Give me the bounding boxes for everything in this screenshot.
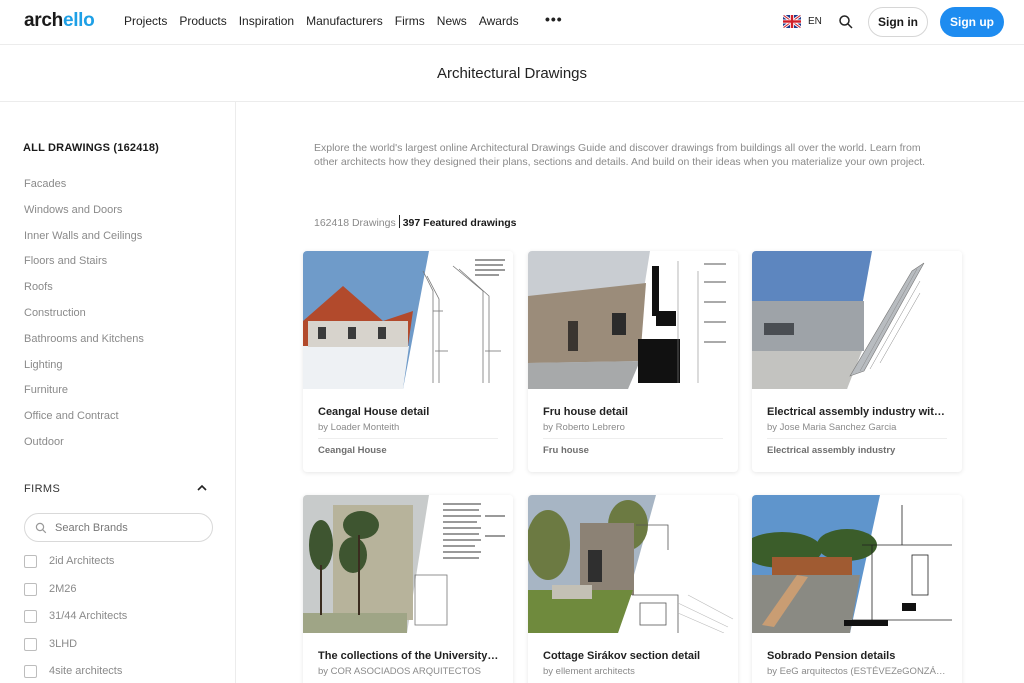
- uk-flag-icon[interactable]: [783, 15, 801, 28]
- firm-checkbox[interactable]: [24, 610, 37, 623]
- card-author[interactable]: by EeG arquitectos (ESTÉVEZeGONZÁLEZ): [767, 666, 950, 677]
- firm-checkbox[interactable]: [24, 665, 37, 678]
- firm-checkbox[interactable]: [24, 555, 37, 568]
- nav-inspiration[interactable]: Inspiration: [239, 14, 294, 28]
- card-author[interactable]: by Roberto Lebrero: [543, 422, 726, 433]
- drawing-card[interactable]: The collections of the University Librar…: [303, 495, 513, 683]
- brand-search-input[interactable]: [55, 519, 205, 537]
- firm-item[interactable]: 4site architects: [24, 664, 127, 683]
- firms-heading[interactable]: FIRMS: [24, 483, 60, 495]
- nav-awards[interactable]: Awards: [479, 14, 519, 28]
- card-title[interactable]: Sobrado Pension details: [767, 650, 950, 662]
- filter-sidebar: ALL DRAWINGS (162418) Facades Windows an…: [0, 102, 236, 683]
- category-facades[interactable]: Facades: [24, 177, 144, 203]
- nav-news[interactable]: News: [437, 14, 467, 28]
- drawing-card[interactable]: Ceangal House detail by Loader Monteith …: [303, 251, 513, 472]
- firm-item[interactable]: 3LHD: [24, 637, 127, 665]
- intro-text: Explore the world's largest online Archi…: [314, 142, 926, 168]
- category-roofs[interactable]: Roofs: [24, 280, 144, 306]
- firm-list: 2id Architects 2M26 31/44 Architects 3LH…: [24, 554, 127, 683]
- category-inner-walls[interactable]: Inner Walls and Ceilings: [24, 229, 144, 255]
- sign-in-button[interactable]: Sign in: [868, 7, 928, 37]
- sign-up-button[interactable]: Sign up: [940, 7, 1004, 37]
- featured-count[interactable]: 397 Featured drawings: [403, 217, 517, 229]
- category-windows-doors[interactable]: Windows and Doors: [24, 203, 144, 229]
- category-construction[interactable]: Construction: [24, 306, 144, 332]
- nav-firms[interactable]: Firms: [395, 14, 425, 28]
- card-thumbnail[interactable]: [528, 251, 738, 389]
- card-thumbnail[interactable]: [528, 495, 738, 633]
- category-floors-stairs[interactable]: Floors and Stairs: [24, 254, 144, 280]
- firm-item[interactable]: 2id Architects: [24, 554, 127, 582]
- card-title[interactable]: Electrical assembly industry with steel …: [767, 406, 950, 418]
- card-title[interactable]: Ceangal House detail: [318, 406, 501, 418]
- category-bathrooms-kitchens[interactable]: Bathrooms and Kitchens: [24, 332, 144, 358]
- nav-projects[interactable]: Projects: [124, 14, 167, 28]
- page-title: Architectural Drawings: [0, 46, 1024, 102]
- language-label[interactable]: EN: [808, 16, 822, 27]
- category-list: Facades Windows and Doors Inner Walls an…: [24, 177, 144, 461]
- card-project[interactable]: Electrical assembly industry: [767, 445, 895, 456]
- category-lighting[interactable]: Lighting: [24, 358, 144, 384]
- card-author[interactable]: by Loader Monteith: [318, 422, 501, 433]
- card-thumbnail[interactable]: [303, 495, 513, 633]
- card-author[interactable]: by COR ASOCIADOS ARQUITECTOS: [318, 666, 501, 677]
- firm-item[interactable]: 31/44 Architects: [24, 609, 127, 637]
- category-furniture[interactable]: Furniture: [24, 383, 144, 409]
- card-author[interactable]: by Jose Maria Sanchez Garcia: [767, 422, 950, 433]
- drawing-card[interactable]: Cottage Sirákov section detail by elleme…: [528, 495, 738, 683]
- chevron-up-icon[interactable]: [196, 483, 208, 493]
- firm-checkbox[interactable]: [24, 582, 37, 596]
- brand-search-field[interactable]: [24, 513, 213, 542]
- nav-manufacturers[interactable]: Manufacturers: [306, 14, 383, 28]
- card-thumbnail[interactable]: [752, 251, 962, 389]
- archello-logo[interactable]: archello: [24, 10, 95, 32]
- card-author[interactable]: by ellement architects: [543, 666, 726, 677]
- category-office-contract[interactable]: Office and Contract: [24, 409, 144, 435]
- firm-checkbox[interactable]: [24, 637, 37, 651]
- main-menu: Projects Products Inspiration Manufactur…: [124, 14, 519, 28]
- card-project[interactable]: Fru house: [543, 445, 589, 456]
- drawing-card[interactable]: Sobrado Pension details by EeG arquitect…: [752, 495, 962, 683]
- drawing-card[interactable]: Fru house detail by Roberto Lebrero Fru …: [528, 251, 738, 472]
- card-title[interactable]: Cottage Sirákov section detail: [543, 650, 726, 662]
- top-nav: archello Projects Products Inspiration M…: [0, 0, 1024, 45]
- card-title[interactable]: The collections of the University Librar…: [318, 650, 501, 662]
- card-title[interactable]: Fru house detail: [543, 406, 726, 418]
- card-thumbnail[interactable]: [303, 251, 513, 389]
- search-icon[interactable]: [838, 14, 854, 30]
- card-thumbnail[interactable]: [752, 495, 962, 633]
- drawings-count[interactable]: 162418 Drawings: [314, 217, 396, 229]
- all-drawings-link[interactable]: ALL DRAWINGS (162418): [23, 142, 159, 154]
- search-icon: [35, 522, 47, 534]
- drawing-counts: 162418 Drawings 397 Featured drawings: [314, 215, 517, 229]
- firm-item[interactable]: 2M26: [24, 582, 127, 610]
- nav-products[interactable]: Products: [179, 14, 226, 28]
- card-project[interactable]: Ceangal House: [318, 445, 387, 456]
- more-menu-icon[interactable]: •••: [545, 11, 563, 27]
- drawing-card[interactable]: Electrical assembly industry with steel …: [752, 251, 962, 472]
- category-outdoor[interactable]: Outdoor: [24, 435, 144, 461]
